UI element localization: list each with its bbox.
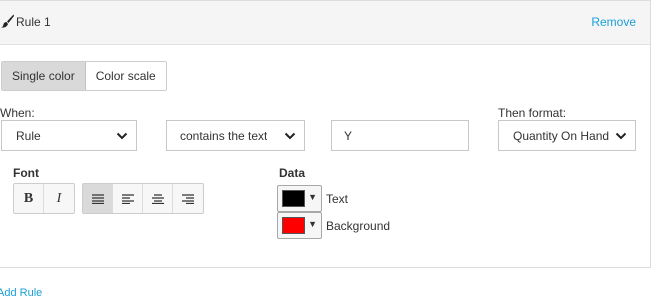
alignment-group (82, 183, 204, 214)
italic-button[interactable]: I (44, 184, 74, 213)
then-format-label: Then format: (498, 106, 567, 120)
chevron-down-icon (284, 132, 296, 140)
operator-select[interactable]: contains the text (166, 120, 305, 151)
remove-rule-link[interactable]: Remove (591, 15, 636, 29)
align-justify-button[interactable] (83, 184, 113, 213)
bold-button-label: B (23, 190, 34, 206)
rule-title: Rule 1 (16, 15, 51, 29)
field-select[interactable]: Rule (1, 120, 137, 151)
paintbrush-icon (1, 14, 14, 28)
data-label: Data (279, 166, 306, 180)
background-color-label: Background (326, 219, 391, 233)
align-center-icon (151, 193, 164, 204)
rule-panel: Rule 1 Remove Single color Color scale W… (0, 0, 651, 268)
text-color-label: Text (326, 192, 349, 206)
field-select-value: Rule (16, 129, 41, 143)
match-text-field[interactable] (332, 121, 468, 150)
align-right-button[interactable] (173, 184, 203, 213)
caret-down-icon: ▼ (308, 219, 317, 229)
chevron-down-icon (116, 132, 128, 140)
rule-header: Rule 1 Remove (0, 1, 650, 45)
color-mode-toggle: Single color Color scale (1, 61, 167, 91)
font-label: Font (13, 166, 39, 180)
format-target-value: Quantity On Hand (513, 129, 610, 143)
when-label: When: (0, 106, 35, 120)
italic-button-label: I (56, 190, 62, 206)
bold-button[interactable]: B (14, 184, 44, 213)
operator-select-value: contains the text (180, 129, 268, 143)
chevron-down-icon (615, 132, 627, 140)
color-scale-tab[interactable]: Color scale (85, 62, 166, 90)
add-rule-link[interactable]: Add Rule (0, 287, 42, 299)
text-color-swatch (282, 190, 305, 207)
text-color-picker[interactable]: ▼ (277, 185, 322, 212)
align-right-icon (182, 193, 194, 204)
align-left-button[interactable] (113, 184, 143, 213)
format-target-select[interactable]: Quantity On Hand (498, 120, 636, 151)
match-text-input[interactable] (331, 120, 469, 151)
align-left-icon (121, 193, 134, 204)
background-color-picker[interactable]: ▼ (277, 212, 322, 239)
single-color-tab[interactable]: Single color (2, 62, 86, 90)
background-color-swatch (282, 217, 305, 234)
align-justify-icon (91, 193, 104, 204)
font-style-group: B I (13, 183, 75, 214)
caret-down-icon: ▼ (308, 192, 317, 202)
align-center-button[interactable] (143, 184, 173, 213)
